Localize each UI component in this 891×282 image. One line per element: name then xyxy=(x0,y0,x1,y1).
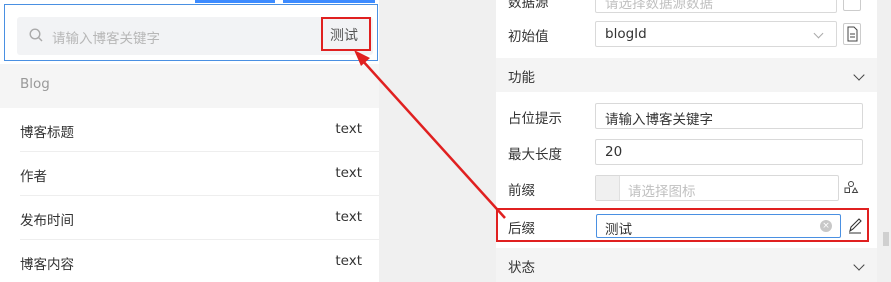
group-header: Blog xyxy=(0,64,379,108)
section-function[interactable]: 功能 xyxy=(496,58,877,92)
field-label: 作者 xyxy=(20,169,47,185)
initial-value-text: blogId xyxy=(605,26,647,42)
max-length-value: 20 xyxy=(605,144,623,160)
suffix-input[interactable]: 测试 × xyxy=(596,214,841,238)
section-status[interactable]: 状态 xyxy=(496,248,877,282)
field-type: text xyxy=(335,165,362,181)
document-icon[interactable] xyxy=(843,23,861,45)
field-label: 博客标题 xyxy=(20,125,74,141)
pencil-icon xyxy=(849,218,862,234)
chevron-down-icon xyxy=(853,259,865,271)
field-label: 博客内容 xyxy=(20,257,74,273)
scrollbar-track[interactable] xyxy=(877,0,891,282)
chevron-down-icon xyxy=(853,69,865,81)
group-title: Blog xyxy=(20,76,50,92)
search-suffix-label: 测试 xyxy=(330,28,358,44)
initial-value-row: 初始值 blogId xyxy=(496,16,877,52)
list-item[interactable]: 作者 text xyxy=(20,152,379,196)
datasource-placeholder: 请选择数据源数据 xyxy=(605,0,713,12)
search-suffix[interactable]: 测试 xyxy=(321,17,371,51)
max-length-label: 最大长度 xyxy=(508,147,562,163)
section-function-title: 功能 xyxy=(508,70,535,86)
max-length-input[interactable]: 20 xyxy=(595,139,863,165)
list-item[interactable]: 博客内容 text xyxy=(20,240,379,282)
list-item[interactable]: 发布时间 text xyxy=(20,196,379,240)
edit-button[interactable] xyxy=(846,215,864,237)
section-status-title: 状态 xyxy=(508,260,535,276)
placeholder-value: 请输入博客关键字 xyxy=(605,112,713,128)
icon-picker-button[interactable] xyxy=(843,177,861,199)
chevron-down-icon xyxy=(813,28,824,39)
list-item[interactable]: 博客标题 text xyxy=(20,108,379,152)
prefix-icon-slot xyxy=(596,176,620,200)
scrollbar-thumb[interactable] xyxy=(883,232,889,246)
property-panel: 数据源 请选择数据源数据 初始值 blogId 功能 占位提示 请输入博客关键字 xyxy=(496,0,877,282)
file-icon xyxy=(847,26,858,42)
search-placeholder: 请输入博客关键字 xyxy=(52,31,160,47)
placeholder-input[interactable]: 请输入博客关键字 xyxy=(595,103,863,129)
toolbar-strip xyxy=(195,0,379,3)
field-type: text xyxy=(335,121,362,137)
shapes-icon xyxy=(844,181,859,193)
datasource-label: 数据源 xyxy=(508,0,549,11)
field-type: text xyxy=(335,209,362,225)
suffix-label: 后缀 xyxy=(508,221,535,237)
placeholder-label: 占位提示 xyxy=(508,111,562,127)
clear-icon[interactable]: × xyxy=(820,220,832,232)
datasource-doc-button[interactable] xyxy=(843,0,861,11)
datasource-select[interactable]: 请选择数据源数据 xyxy=(595,0,837,13)
placeholder-row: 占位提示 请输入博客关键字 xyxy=(496,98,877,134)
suffix-row: 后缀 测试 × xyxy=(496,208,869,242)
initial-value-label: 初始值 xyxy=(508,29,549,45)
prefix-label: 前缀 xyxy=(508,183,535,199)
search-input[interactable]: 请输入博客关键字 xyxy=(17,17,373,55)
field-type: text xyxy=(335,253,362,269)
max-length-row: 最大长度 20 xyxy=(496,134,877,170)
prefix-placeholder: 请选择图标 xyxy=(628,184,696,200)
field-list: 博客标题 text 作者 text 发布时间 text 博客内容 text xyxy=(0,108,379,282)
prefix-select[interactable]: 请选择图标 xyxy=(595,175,839,201)
prefix-row: 前缀 请选择图标 xyxy=(496,170,877,206)
suffix-value: 测试 xyxy=(605,222,632,238)
search-icon xyxy=(29,28,43,42)
component-preview: 请输入博客关键字 测试 Blog 博客标题 text 作者 text 发布时间 … xyxy=(0,0,379,282)
initial-value-select[interactable]: blogId xyxy=(595,21,837,47)
field-label: 发布时间 xyxy=(20,213,74,229)
